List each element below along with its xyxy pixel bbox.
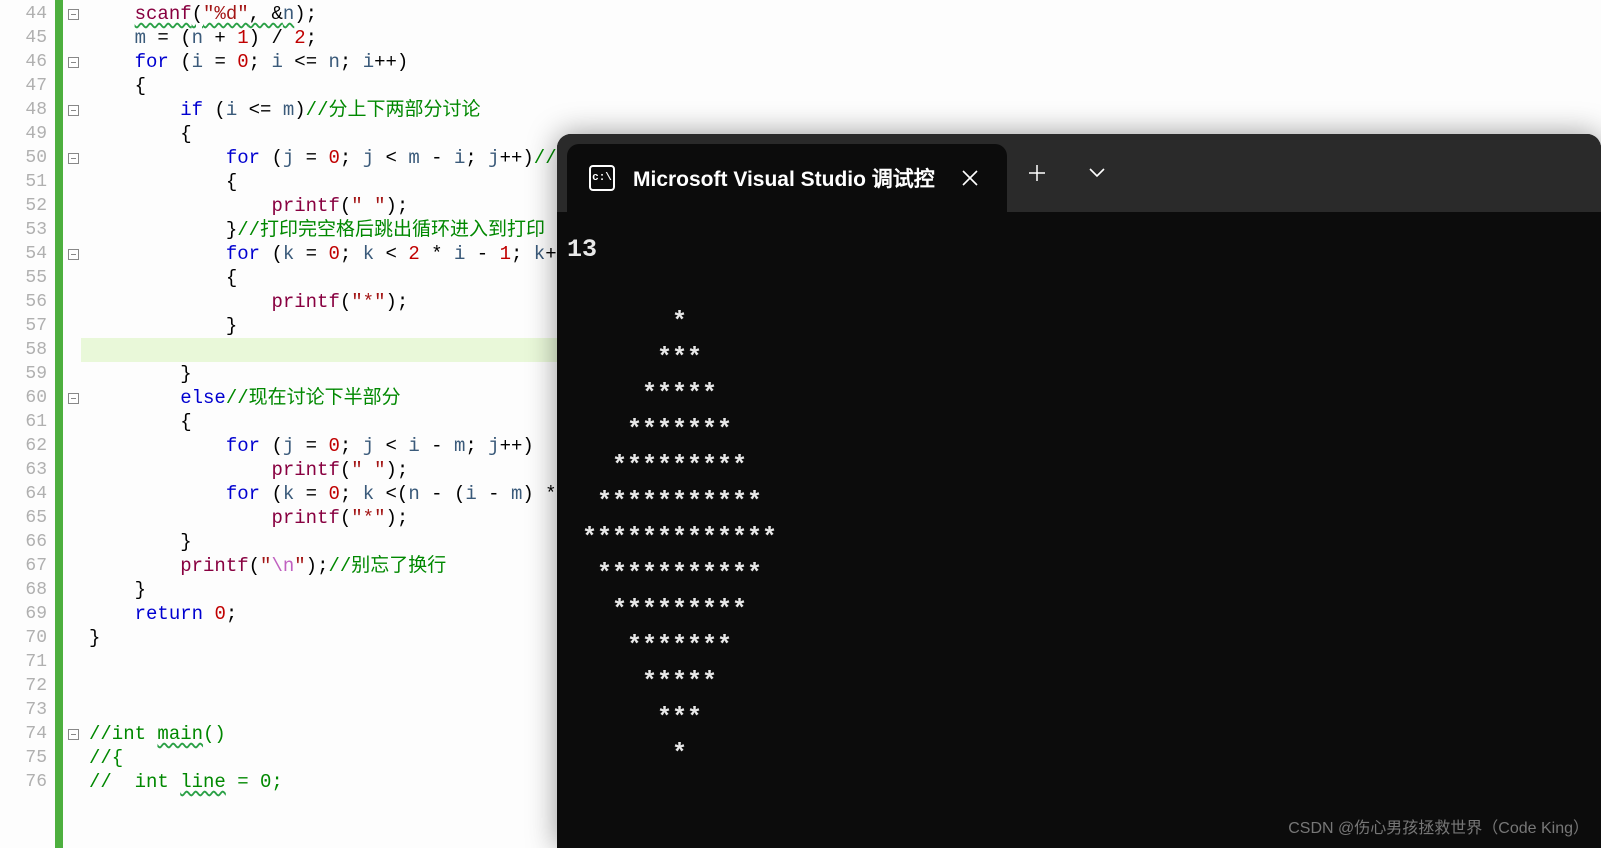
terminal-output[interactable]: 13 * *** ***** ******* ********* *******… xyxy=(557,212,1601,792)
tab-menu-chevron-icon[interactable] xyxy=(1067,134,1127,212)
watermark: CSDN @伤心男孩拯救世界（Code King） xyxy=(1288,814,1589,838)
tab-strip-controls xyxy=(1007,134,1127,212)
close-icon[interactable] xyxy=(955,163,985,193)
terminal-tab-title: Microsoft Visual Studio 调试控 xyxy=(633,163,937,193)
fold-toggle-icon[interactable] xyxy=(68,105,79,116)
terminal-tab[interactable]: c:\ Microsoft Visual Studio 调试控 xyxy=(567,144,1007,212)
fold-toggle-icon[interactable] xyxy=(68,57,79,68)
code-line[interactable]: { xyxy=(81,74,1601,98)
code-line[interactable]: scanf("%d", &n); xyxy=(81,2,1601,26)
change-bar xyxy=(55,0,63,848)
fold-toggle-icon[interactable] xyxy=(68,393,79,404)
terminal-window[interactable]: c:\ Microsoft Visual Studio 调试控 13 * ***… xyxy=(557,134,1601,848)
fold-toggle-icon[interactable] xyxy=(68,249,79,260)
fold-toggle-icon[interactable] xyxy=(68,9,79,20)
code-line[interactable]: m = (n + 1) / 2; xyxy=(81,26,1601,50)
fold-gutter[interactable] xyxy=(65,0,81,848)
fold-toggle-icon[interactable] xyxy=(68,153,79,164)
terminal-titlebar[interactable]: c:\ Microsoft Visual Studio 调试控 xyxy=(557,134,1601,212)
new-tab-button[interactable] xyxy=(1007,134,1067,212)
line-number-gutter: 4445464748495051525354555657585960616263… xyxy=(0,0,55,848)
terminal-icon: c:\ xyxy=(589,165,615,191)
fold-toggle-icon[interactable] xyxy=(68,729,79,740)
code-line[interactable]: if (i <= m)//分上下两部分讨论 xyxy=(81,98,1601,122)
code-line[interactable]: for (i = 0; i <= n; i++) xyxy=(81,50,1601,74)
